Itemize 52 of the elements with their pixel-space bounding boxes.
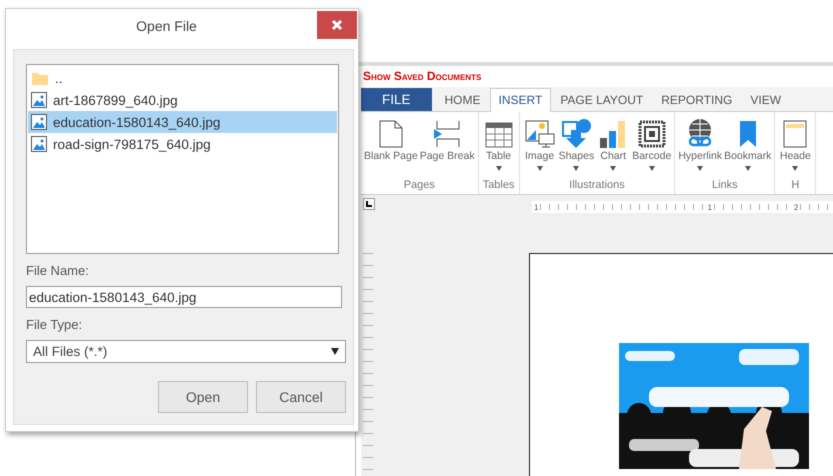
image-icon — [524, 120, 555, 148]
file-name-field[interactable]: education-1580143_640.jpg — [26, 286, 342, 308]
image-file-icon — [31, 92, 47, 108]
table-icon — [484, 122, 513, 148]
group-label: Links — [712, 179, 738, 193]
bookmark-icon — [738, 120, 757, 148]
image-file-icon — [31, 114, 47, 130]
ribbon-button[interactable]: Hyperlink — [678, 118, 722, 179]
file-item[interactable]: education-1580143_640.jpg — [28, 111, 337, 133]
folder-icon — [31, 70, 49, 86]
header-page-icon — [783, 120, 808, 148]
ribbon-tab[interactable]: HOME — [436, 88, 490, 111]
close-button[interactable] — [317, 11, 357, 39]
ribbon-button[interactable]: Table — [482, 118, 516, 179]
shapes-icon — [561, 118, 592, 148]
close-icon — [331, 19, 343, 31]
field-label: File Type: — [26, 317, 84, 332]
ribbon-button[interactable]: Heade — [778, 118, 812, 179]
ribbon-button[interactable]: Bookmark — [724, 118, 772, 179]
qr-code-icon — [638, 120, 666, 148]
ribbon-button[interactable]: Barcode — [632, 118, 672, 179]
file-item[interactable]: road-sign-798175_640.jpg — [28, 133, 337, 155]
group-label: Pages — [404, 179, 435, 193]
horizontal-ruler: 1 1 2 — [532, 201, 833, 213]
ribbon-button[interactable]: Blank Page — [364, 118, 418, 179]
page-break-icon — [433, 120, 462, 148]
ribbon-button[interactable]: Chart — [596, 118, 630, 179]
ribbon-button[interactable]: Shapes — [558, 118, 594, 179]
file-item[interactable]: art-1867899_640.jpg — [28, 89, 337, 111]
file-type-dropdown[interactable]: All Files (*.*) — [26, 340, 346, 363]
app-title: Show Saved Documents — [362, 68, 482, 85]
bar-chart-icon — [599, 120, 628, 148]
group-label: H — [791, 179, 800, 193]
ribbon-tab[interactable]: REPORTING — [652, 88, 742, 111]
tab-stop-icon — [366, 201, 372, 207]
group-label: Illustrations — [569, 179, 625, 193]
ribbon-tab[interactable]: PAGE LAYOUT — [551, 88, 652, 111]
ribbon-button[interactable]: Page Break — [420, 118, 475, 179]
field-label: File Name: — [26, 263, 90, 278]
tab-stop-button[interactable] — [363, 198, 375, 210]
ribbon-button[interactable]: Image — [522, 118, 557, 179]
dialog-button[interactable]: Open — [158, 381, 248, 413]
ribbon-tab[interactable]: INSERT — [490, 88, 552, 112]
dialog-button[interactable]: Cancel — [256, 381, 346, 413]
dialog-title: Open File — [135, 18, 198, 34]
file-menu-button[interactable]: FILE — [361, 88, 432, 111]
image-file-icon — [31, 136, 47, 152]
caret-icon — [331, 348, 339, 355]
ribbon-tab[interactable]: VIEW — [741, 88, 790, 111]
blank-page-icon — [378, 120, 403, 148]
file-item[interactable]: .. — [28, 67, 337, 89]
group-label: Tables — [482, 179, 514, 193]
